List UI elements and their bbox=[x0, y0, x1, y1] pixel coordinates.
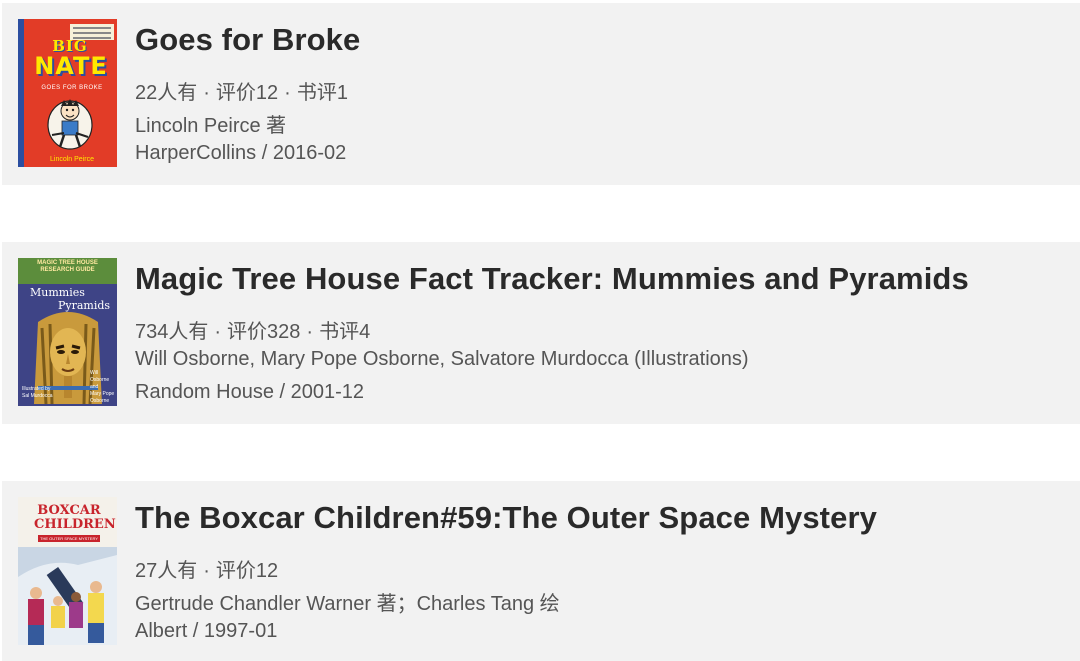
cover-banner-text: MAGIC TREE HOUSE RESEARCH GUIDE bbox=[37, 260, 98, 273]
cover-title-word-2: CHILDREN bbox=[34, 517, 116, 532]
book-title-link[interactable]: Magic Tree House Fact Tracker: Mummies a… bbox=[135, 261, 969, 297]
owners-count: 22人有 bbox=[135, 82, 198, 104]
book-title-link[interactable]: Goes for Broke bbox=[135, 22, 360, 58]
book-cover-image[interactable]: BOXCAR CHILDREN THE OUTER SPACE MYSTERY bbox=[18, 497, 117, 645]
cover-scene-illustration bbox=[18, 547, 117, 645]
book-title-link[interactable]: The Boxcar Children#59:The Outer Space M… bbox=[135, 500, 877, 536]
cover-spine bbox=[18, 19, 24, 167]
ratings-count-link[interactable]: 评价12 bbox=[216, 560, 278, 582]
cover-stripe: THE OUTER SPACE MYSTERY bbox=[38, 535, 100, 542]
book-card-goes-for-broke[interactable]: BIG NATE GOES FOR BROKE Lincoln Peirce G… bbox=[2, 3, 1080, 185]
book-author: Lincoln Peirce 著 bbox=[135, 115, 287, 137]
book-publisher: Albert / 1997-01 bbox=[135, 620, 278, 642]
book-meta: 27人有 · 评价12 bbox=[135, 560, 279, 582]
cover-title-word-1: Mummies bbox=[30, 286, 85, 299]
cover-side-text: Will Osborne and Mary Pope Osborne bbox=[90, 370, 115, 404]
owners-count: 27人有 bbox=[135, 560, 198, 582]
owners-count: 734人有 bbox=[135, 321, 209, 343]
cover-title-word-1: BOXCAR bbox=[37, 503, 101, 518]
cover-stripe-text: THE OUTER SPACE MYSTERY bbox=[40, 536, 98, 541]
cover-title-nate: NATE bbox=[34, 52, 108, 80]
cover-character-illustration bbox=[47, 99, 93, 150]
book-publisher: HarperCollins / 2016-02 bbox=[135, 142, 347, 164]
ratings-count-link[interactable]: 评价12 bbox=[216, 82, 278, 104]
cover-side-text-2: Illustrated by Sal Murdocca bbox=[22, 386, 53, 399]
book-cover-image[interactable]: MAGIC TREE HOUSE RESEARCH GUIDE Mummies … bbox=[18, 258, 117, 406]
cover-subtitle: GOES FOR BROKE bbox=[41, 85, 103, 91]
book-cover-image[interactable]: BIG NATE GOES FOR BROKE Lincoln Peirce bbox=[18, 19, 117, 167]
book-author: Gertrude Chandler Warner 著；Charles Tang … bbox=[135, 593, 560, 615]
cover-author: Lincoln Peirce bbox=[50, 156, 94, 163]
reviews-count-link[interactable]: 书评1 bbox=[297, 82, 348, 104]
book-meta: 734人有 · 评价328 · 书评4 bbox=[135, 321, 371, 343]
book-meta: 22人有 · 评价12 · 书评1 bbox=[135, 82, 348, 104]
book-card-boxcar-children[interactable]: BOXCAR CHILDREN THE OUTER SPACE MYSTERY … bbox=[2, 481, 1080, 661]
ratings-count-link[interactable]: 评价328 bbox=[227, 321, 300, 343]
book-card-mummies-and-pyramids[interactable]: MAGIC TREE HOUSE RESEARCH GUIDE Mummies … bbox=[2, 242, 1080, 424]
book-author: Will Osborne, Mary Pope Osborne, Salvato… bbox=[135, 348, 749, 370]
book-publisher: Random House / 2001-12 bbox=[135, 381, 365, 403]
reviews-count-link[interactable]: 书评4 bbox=[319, 321, 370, 343]
